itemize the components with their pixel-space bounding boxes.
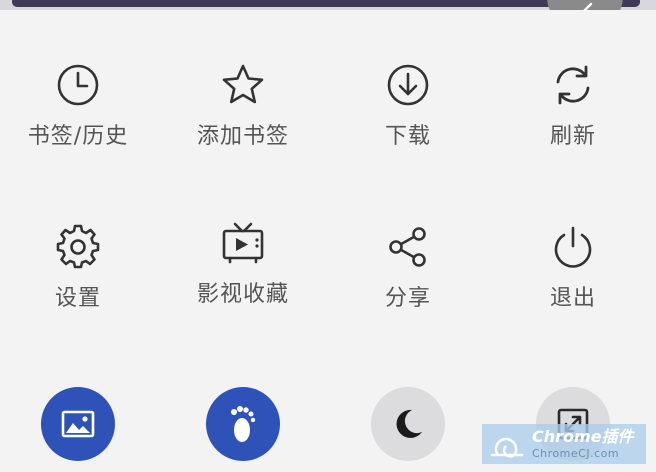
star-icon xyxy=(222,64,264,104)
menu-item-video-favorites[interactable]: 影视收藏 xyxy=(173,220,313,330)
menu-item-label: 添加书签 xyxy=(196,124,289,149)
menu-item-label: 退出 xyxy=(549,286,596,311)
no-trace-toggle[interactable] xyxy=(206,387,280,461)
menu-item-download[interactable]: 下载 xyxy=(338,62,478,172)
share-icon xyxy=(389,227,426,267)
menu-item-label: 影视收藏 xyxy=(196,282,289,307)
menu-item-refresh[interactable]: 刷新 xyxy=(503,62,643,172)
download-icon xyxy=(387,64,429,106)
clock-icon xyxy=(57,64,99,106)
menu-item-settings[interactable]: 设置 xyxy=(8,224,148,334)
menu-item-add-bookmark[interactable]: 添加书签 xyxy=(173,62,313,172)
tv-icon xyxy=(222,222,264,264)
menu-item-share[interactable]: 分享 xyxy=(338,224,478,334)
footprint-icon xyxy=(231,406,256,442)
menu-item-label: 设置 xyxy=(54,286,101,311)
image-icon xyxy=(61,410,95,438)
refresh-icon xyxy=(556,65,590,105)
watermark-title: Chrome插件 xyxy=(532,427,634,446)
browser-menu-panel: 书签/历史 添加书签 下载 刷新 设置 影视收藏 分享 退出 xyxy=(0,10,656,472)
site-watermark: Chrome插件 ChromeCJ.com xyxy=(482,424,646,464)
power-icon xyxy=(554,226,592,268)
menu-item-label: 书签/历史 xyxy=(27,124,129,149)
menu-item-exit[interactable]: 退出 xyxy=(503,224,643,334)
moon-icon xyxy=(396,409,422,438)
watermark-url: ChromeCJ.com xyxy=(532,447,620,460)
menu-item-label: 下载 xyxy=(384,124,431,149)
snail-logo-icon xyxy=(490,437,524,458)
gear-icon xyxy=(56,224,100,269)
menu-item-label: 分享 xyxy=(384,286,431,311)
menu-item-bookmarks-history[interactable]: 书签/历史 xyxy=(8,62,148,172)
image-mode-toggle[interactable] xyxy=(41,387,115,461)
top-strip xyxy=(12,0,640,7)
night-mode-toggle[interactable] xyxy=(371,387,445,461)
menu-item-label: 刷新 xyxy=(549,124,596,149)
